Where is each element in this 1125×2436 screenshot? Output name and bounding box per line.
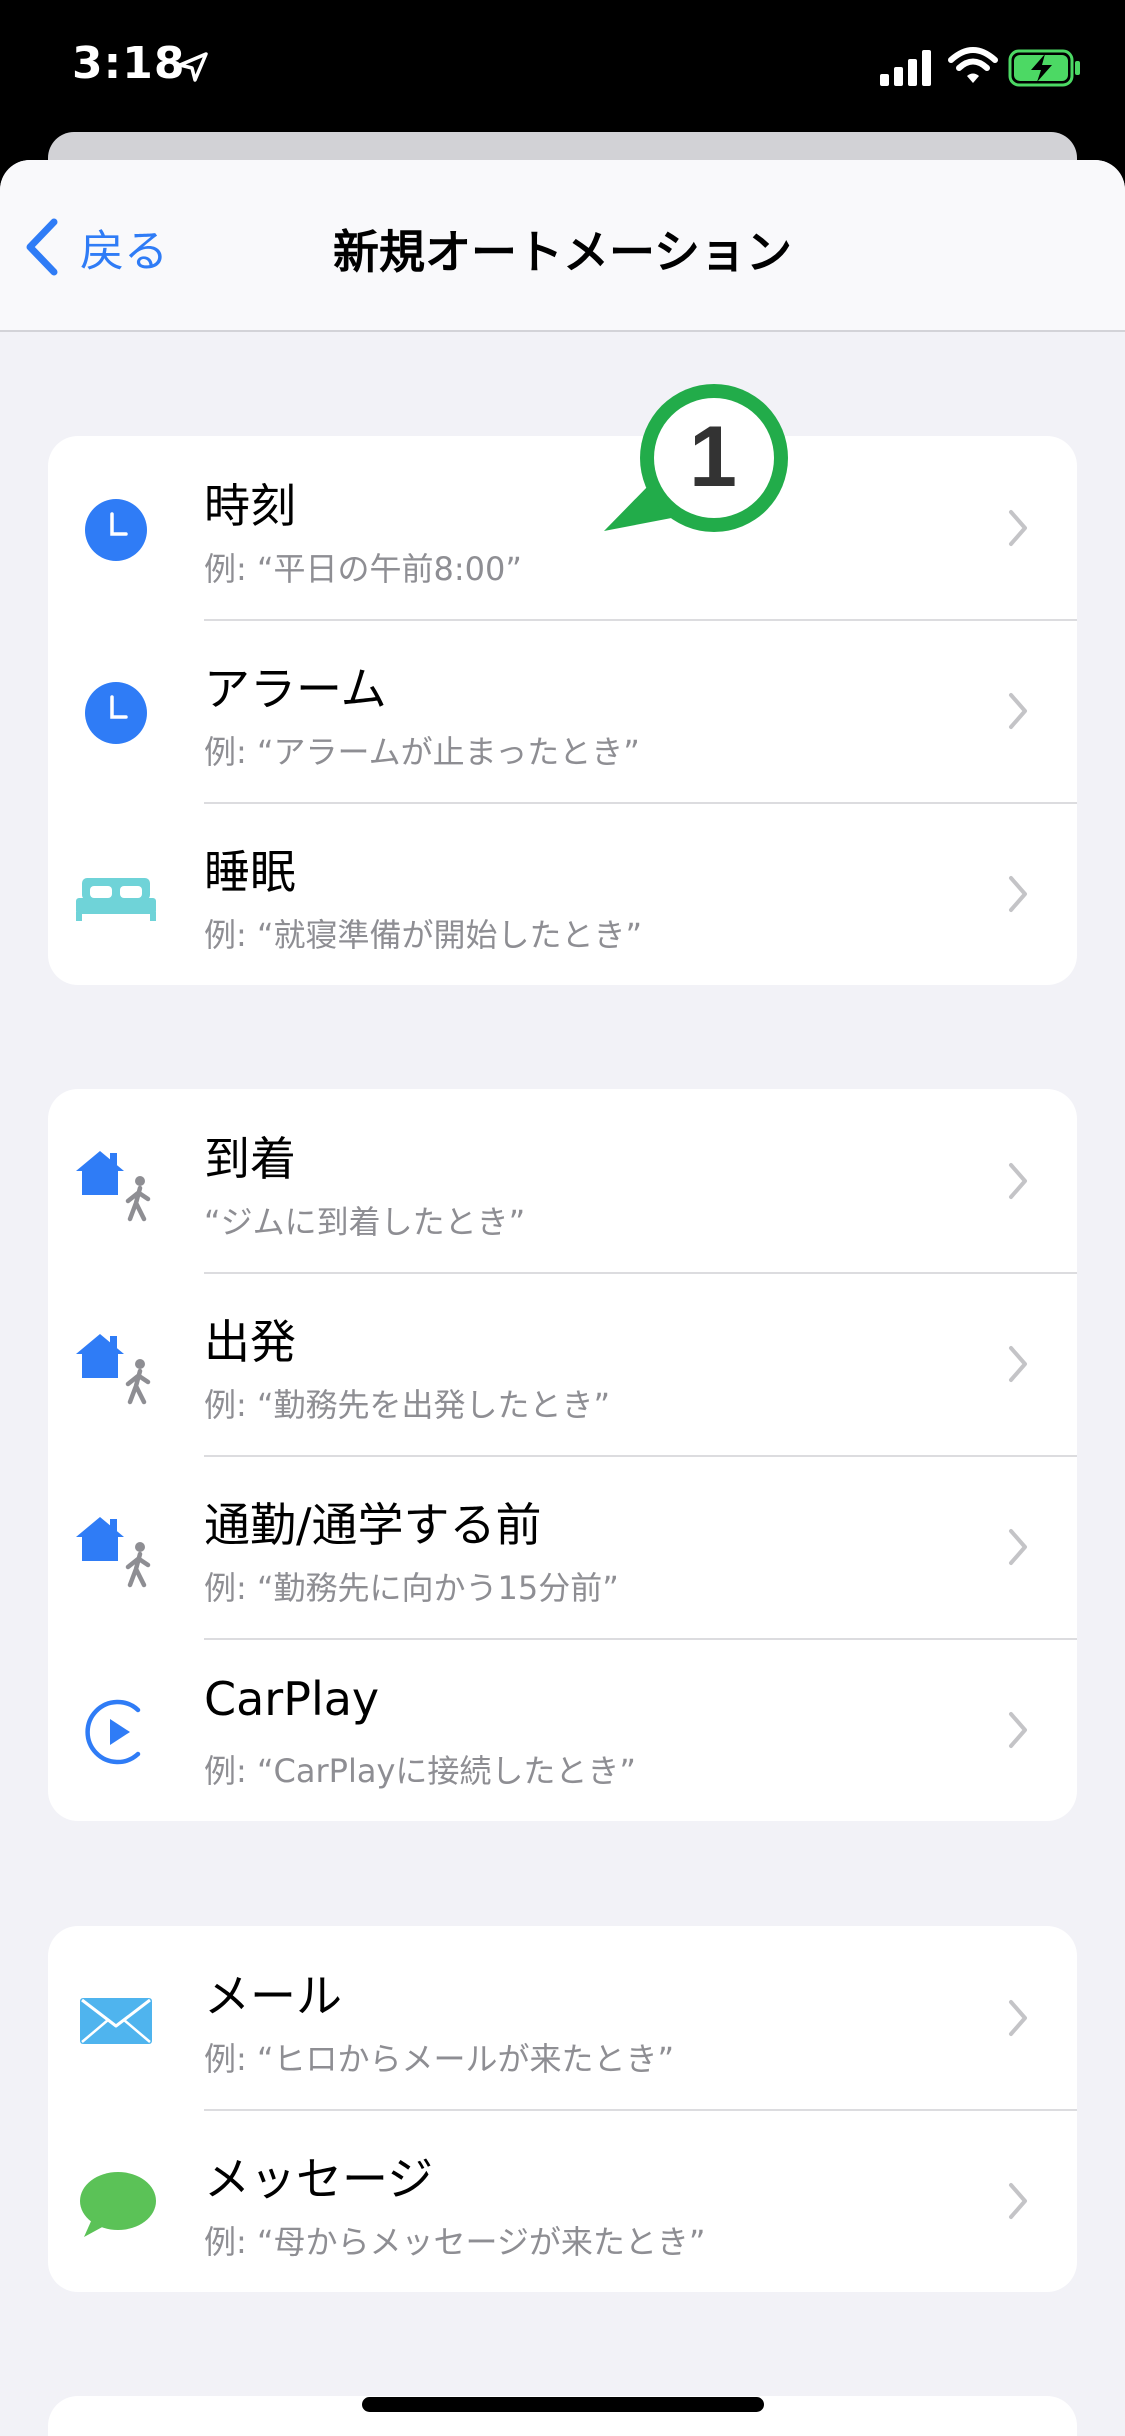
cellular-signal-icon <box>880 50 931 86</box>
status-time: 3:18 <box>72 38 186 89</box>
wifi-icon <box>948 47 998 83</box>
trigger-subtitle: “ジムに到着したとき” <box>204 1203 526 1241</box>
trigger-title: 到着 <box>204 1132 296 1186</box>
trigger-subtitle: 例: “勤務先に向かう15分前” <box>204 1569 619 1607</box>
chevron-right-icon <box>1009 510 1027 546</box>
trigger-title: アラーム <box>204 662 387 716</box>
location-trigger-group: 到着 “ジムに到着したとき” 出発 例: “勤務先を出発したとき” 通勤/通学す… <box>48 1089 1077 1821</box>
clock-icon <box>85 499 147 561</box>
step-number: 1 <box>689 409 737 505</box>
trigger-subtitle: 例: “母からメッセージが来たとき” <box>204 2223 706 2261</box>
trigger-title: 通勤/通学する前 <box>204 1498 542 1552</box>
message-bubble-icon <box>80 2172 156 2237</box>
mail-icon <box>80 1998 152 2044</box>
automation-sheet: 戻る 新規オートメーション 時刻 例: “平日の午前8:00” アラーム 例: … <box>0 160 1125 2436</box>
trigger-title: 睡眠 <box>204 845 296 899</box>
arrive-home-icon <box>76 1151 151 1222</box>
trigger-subtitle: 例: “アラームが止まったとき” <box>204 733 640 771</box>
commute-icon <box>76 1517 151 1588</box>
trigger-row-commute[interactable]: 通勤/通学する前 例: “勤務先に向かう15分前” <box>48 1455 1077 1638</box>
trigger-row-time[interactable]: 時刻 例: “平日の午前8:00” <box>48 436 1077 619</box>
navigation-bar: 戻る 新規オートメーション <box>0 160 1125 332</box>
chevron-right-icon <box>1009 1529 1027 1565</box>
trigger-row-mail[interactable]: メール 例: “ヒロからメールが来たとき” <box>48 1926 1077 2109</box>
trigger-row-leave[interactable]: 出発 例: “勤務先を出発したとき” <box>48 1272 1077 1455</box>
trigger-title: 時刻 <box>204 479 296 533</box>
home-indicator[interactable] <box>362 2397 764 2412</box>
trigger-subtitle: 例: “勤務先を出発したとき” <box>204 1386 611 1424</box>
location-arrow-icon <box>178 52 208 82</box>
trigger-title: メール <box>204 1969 342 2023</box>
battery-charging-icon <box>1008 49 1080 87</box>
trigger-row-alarm[interactable]: アラーム 例: “アラームが止まったとき” <box>48 619 1077 802</box>
trigger-subtitle: 例: “CarPlayに接続したとき” <box>204 1752 636 1790</box>
alarm-clock-icon <box>85 682 147 744</box>
chevron-right-icon <box>1009 2000 1027 2036</box>
trigger-title: CarPlay <box>204 1672 380 1726</box>
trigger-row-sleep[interactable]: 睡眠 例: “就寝準備が開始したとき” <box>48 802 1077 985</box>
trigger-row-messages[interactable]: メッセージ 例: “母からメッセージが来たとき” <box>48 2109 1077 2292</box>
status-bar: 3:18 <box>0 0 1125 150</box>
trigger-title: 出発 <box>204 1315 296 1369</box>
trigger-subtitle: 例: “平日の午前8:00” <box>204 550 522 588</box>
chevron-right-icon <box>1009 1712 1027 1748</box>
carplay-icon <box>85 1699 141 1765</box>
chevron-right-icon <box>1009 2183 1027 2219</box>
chevron-right-icon <box>1009 693 1027 729</box>
leave-home-icon <box>76 1334 151 1405</box>
time-trigger-group: 時刻 例: “平日の午前8:00” アラーム 例: “アラームが止まったとき” … <box>48 436 1077 985</box>
communication-trigger-group: メール 例: “ヒロからメールが来たとき” メッセージ 例: “母からメッセージ… <box>48 1926 1077 2292</box>
chevron-right-icon <box>1009 876 1027 912</box>
step-number-callout: 1 <box>604 384 788 532</box>
trigger-subtitle: 例: “ヒロからメールが来たとき” <box>204 2040 675 2078</box>
bed-icon <box>76 878 156 921</box>
trigger-subtitle: 例: “就寝準備が開始したとき” <box>204 916 643 954</box>
page-title: 新規オートメーション <box>332 225 793 279</box>
trigger-row-arrive[interactable]: 到着 “ジムに到着したとき” <box>48 1089 1077 1272</box>
trigger-row-carplay[interactable]: CarPlay 例: “CarPlayに接続したとき” <box>48 1638 1077 1821</box>
trigger-title: メッセージ <box>204 2152 434 2206</box>
chevron-right-icon <box>1009 1346 1027 1382</box>
chevron-right-icon <box>1009 1163 1027 1199</box>
